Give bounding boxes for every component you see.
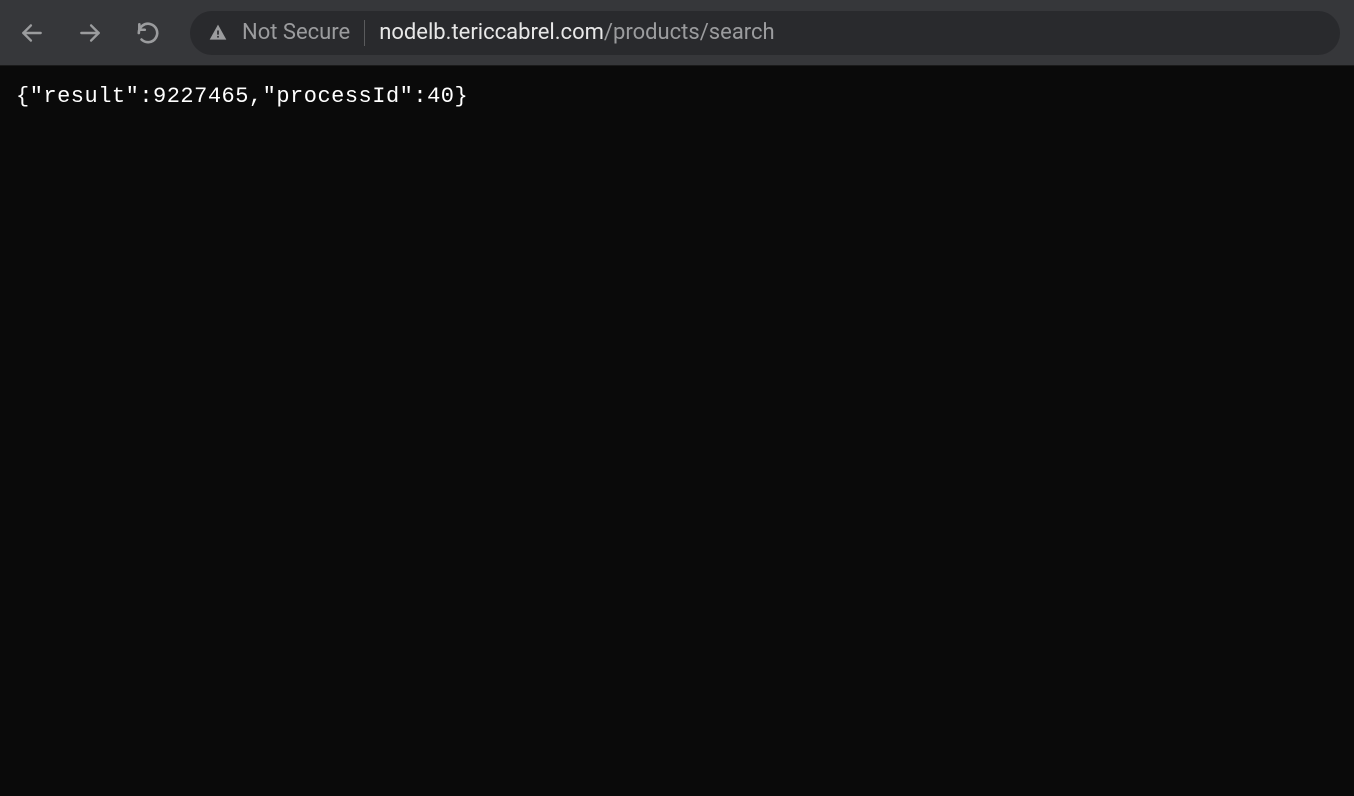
url-display: nodelb.tericcabrel.com/products/search [379, 20, 775, 45]
address-separator [364, 20, 365, 46]
arrow-right-icon [77, 20, 103, 46]
nav-buttons [14, 15, 166, 51]
back-button[interactable] [14, 15, 50, 51]
not-secure-icon [208, 23, 228, 43]
page-content: {"result":9227465,"processId":40} [0, 66, 1354, 127]
reload-button[interactable] [130, 15, 166, 51]
reload-icon [135, 20, 161, 46]
arrow-left-icon [19, 20, 45, 46]
url-host: nodelb.tericcabrel.com [379, 20, 604, 45]
browser-toolbar: Not Secure nodelb.tericcabrel.com/produc… [0, 0, 1354, 66]
forward-button[interactable] [72, 15, 108, 51]
url-path: /products/search [604, 20, 775, 45]
address-bar[interactable]: Not Secure nodelb.tericcabrel.com/produc… [190, 11, 1340, 55]
not-secure-label: Not Secure [242, 20, 350, 45]
